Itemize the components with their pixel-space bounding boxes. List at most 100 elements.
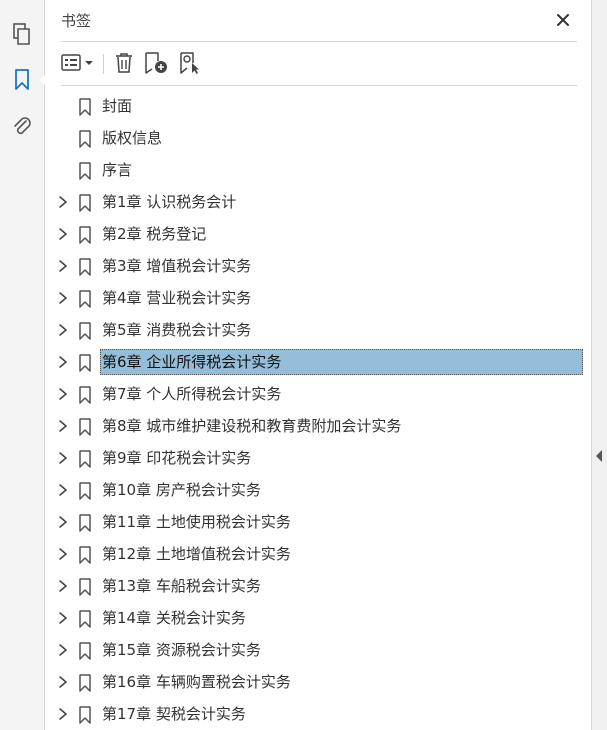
bookmark-row[interactable]: 第2章 税务登记 — [45, 220, 591, 248]
bookmark-label[interactable]: 版权信息 — [100, 126, 164, 150]
expand-chevron-icon[interactable] — [57, 194, 69, 210]
bookmark-label[interactable]: 第3章 增值税会计实务 — [100, 254, 253, 278]
expand-chevron-icon[interactable] — [57, 258, 69, 274]
bookmark-label[interactable]: 第7章 个人所得税会计实务 — [100, 382, 283, 406]
find-bookmark-icon — [180, 52, 199, 74]
navigation-rail — [0, 0, 48, 730]
collapse-pane-strip[interactable] — [591, 0, 607, 730]
expand-chevron-icon[interactable] — [57, 674, 69, 690]
bookmark-icon — [78, 322, 92, 340]
bookmark-label[interactable]: 第15章 资源税会计实务 — [100, 638, 263, 662]
expand-chevron-icon[interactable] — [57, 610, 69, 626]
pages-icon — [13, 23, 30, 45]
expand-chevron-icon[interactable] — [57, 290, 69, 306]
bookmark-icon — [78, 130, 92, 148]
bookmark-label[interactable]: 第16章 车辆购置税会计实务 — [100, 670, 293, 694]
new-bookmark-icon — [145, 52, 167, 74]
expand-chevron-icon[interactable] — [57, 450, 69, 466]
bookmark-icon — [78, 226, 92, 244]
bookmark-icon — [78, 674, 92, 692]
bookmark-icon — [78, 546, 92, 564]
bookmark-row[interactable]: 第6章 企业所得税会计实务 — [45, 348, 591, 376]
bookmarks-button[interactable] — [8, 66, 48, 94]
toolbar-separator — [103, 54, 104, 74]
bookmark-icon — [78, 258, 92, 276]
bookmark-row[interactable]: 第13章 车船税会计实务 — [45, 572, 591, 600]
divider — [61, 41, 577, 42]
bookmarks-panel: 书签 封面 版权信息 序言 第1章 认识税务会计 第2章 税务登记 第3章 增值… — [45, 0, 591, 730]
expand-chevron-icon[interactable] — [57, 418, 69, 434]
bookmark-row[interactable]: 第17章 契税会计实务 — [45, 700, 591, 728]
bookmarks-toolbar — [61, 48, 581, 78]
panel-title: 书签 — [61, 12, 92, 30]
bookmark-label[interactable]: 第10章 房产税会计实务 — [100, 478, 263, 502]
new-bookmark-button[interactable] — [143, 50, 171, 76]
bookmark-icon — [78, 706, 92, 724]
bookmark-options-icon — [61, 54, 93, 71]
expand-chevron-icon[interactable] — [57, 706, 69, 722]
bookmark-label[interactable]: 第17章 契税会计实务 — [100, 702, 248, 726]
bookmark-label[interactable]: 序言 — [100, 158, 134, 182]
close-icon — [557, 14, 569, 26]
bookmark-row[interactable]: 第7章 个人所得税会计实务 — [45, 380, 591, 408]
bookmark-row[interactable]: 序言 — [45, 156, 591, 184]
attachment-icon — [14, 117, 31, 135]
bookmark-icon — [15, 69, 29, 90]
expand-chevron-icon[interactable] — [57, 514, 69, 530]
bookmark-icon — [78, 98, 92, 116]
bookmark-row[interactable]: 第12章 土地增值税会计实务 — [45, 540, 591, 568]
bookmark-label[interactable]: 封面 — [100, 94, 134, 118]
bookmark-row[interactable]: 第10章 房产税会计实务 — [45, 476, 591, 504]
bookmark-icon — [78, 290, 92, 308]
divider — [61, 85, 577, 86]
pages-button[interactable] — [8, 20, 36, 48]
bookmark-row[interactable]: 第15章 资源税会计实务 — [45, 636, 591, 664]
bookmark-label[interactable]: 第13章 车船税会计实务 — [100, 574, 263, 598]
bookmark-options-button[interactable] — [61, 50, 95, 76]
bookmark-icon — [78, 162, 92, 180]
bookmark-icon — [78, 482, 92, 500]
expand-chevron-icon[interactable] — [57, 642, 69, 658]
bookmark-icon — [78, 450, 92, 468]
bookmark-label[interactable]: 第9章 印花税会计实务 — [100, 446, 253, 470]
bookmark-label[interactable]: 第6章 企业所得税会计实务 — [100, 350, 283, 374]
bookmark-icon — [78, 578, 92, 596]
expand-chevron-icon[interactable] — [57, 354, 69, 370]
expand-chevron-icon[interactable] — [57, 546, 69, 562]
bookmark-row[interactable]: 第4章 营业税会计实务 — [45, 284, 591, 312]
bookmark-row[interactable]: 第3章 增值税会计实务 — [45, 252, 591, 280]
expand-chevron-icon[interactable] — [57, 322, 69, 338]
expand-chevron-icon[interactable] — [57, 386, 69, 402]
bookmark-row[interactable]: 第14章 关税会计实务 — [45, 604, 591, 632]
find-bookmark-button[interactable] — [177, 50, 205, 76]
bookmark-label[interactable]: 第8章 城市维护建设税和教育费附加会计实务 — [100, 414, 403, 438]
bookmark-row[interactable]: 版权信息 — [45, 124, 591, 152]
expand-chevron-icon[interactable] — [57, 482, 69, 498]
delete-icon — [116, 53, 132, 73]
delete-bookmark-button[interactable] — [111, 50, 137, 76]
bookmark-icon — [78, 642, 92, 660]
bookmark-label[interactable]: 第14章 关税会计实务 — [100, 606, 248, 630]
bookmark-icon — [78, 610, 92, 628]
expand-chevron-icon[interactable] — [57, 578, 69, 594]
bookmark-row[interactable]: 第11章 土地使用税会计实务 — [45, 508, 591, 536]
bookmark-icon — [78, 386, 92, 404]
bookmark-icon — [78, 354, 92, 372]
bookmark-row[interactable]: 第8章 城市维护建设税和教育费附加会计实务 — [45, 412, 591, 440]
bookmark-label[interactable]: 第11章 土地使用税会计实务 — [100, 510, 293, 534]
bookmark-row[interactable]: 第16章 车辆购置税会计实务 — [45, 668, 591, 696]
bookmark-row[interactable]: 第5章 消费税会计实务 — [45, 316, 591, 344]
bookmark-row[interactable]: 第9章 印花税会计实务 — [45, 444, 591, 472]
bookmark-label[interactable]: 第4章 营业税会计实务 — [100, 286, 253, 310]
bookmark-label[interactable]: 第2章 税务登记 — [100, 222, 208, 246]
bookmark-label[interactable]: 第12章 土地增值税会计实务 — [100, 542, 293, 566]
attachments-button[interactable] — [8, 112, 36, 140]
bookmark-label[interactable]: 第1章 认识税务会计 — [100, 190, 238, 214]
close-panel-button[interactable] — [553, 10, 573, 30]
expand-chevron-icon[interactable] — [57, 226, 69, 242]
bookmark-label[interactable]: 第5章 消费税会计实务 — [100, 318, 253, 342]
bookmark-icon — [78, 514, 92, 532]
bookmark-icon — [78, 418, 92, 436]
bookmark-row[interactable]: 封面 — [45, 92, 591, 120]
bookmark-row[interactable]: 第1章 认识税务会计 — [45, 188, 591, 216]
